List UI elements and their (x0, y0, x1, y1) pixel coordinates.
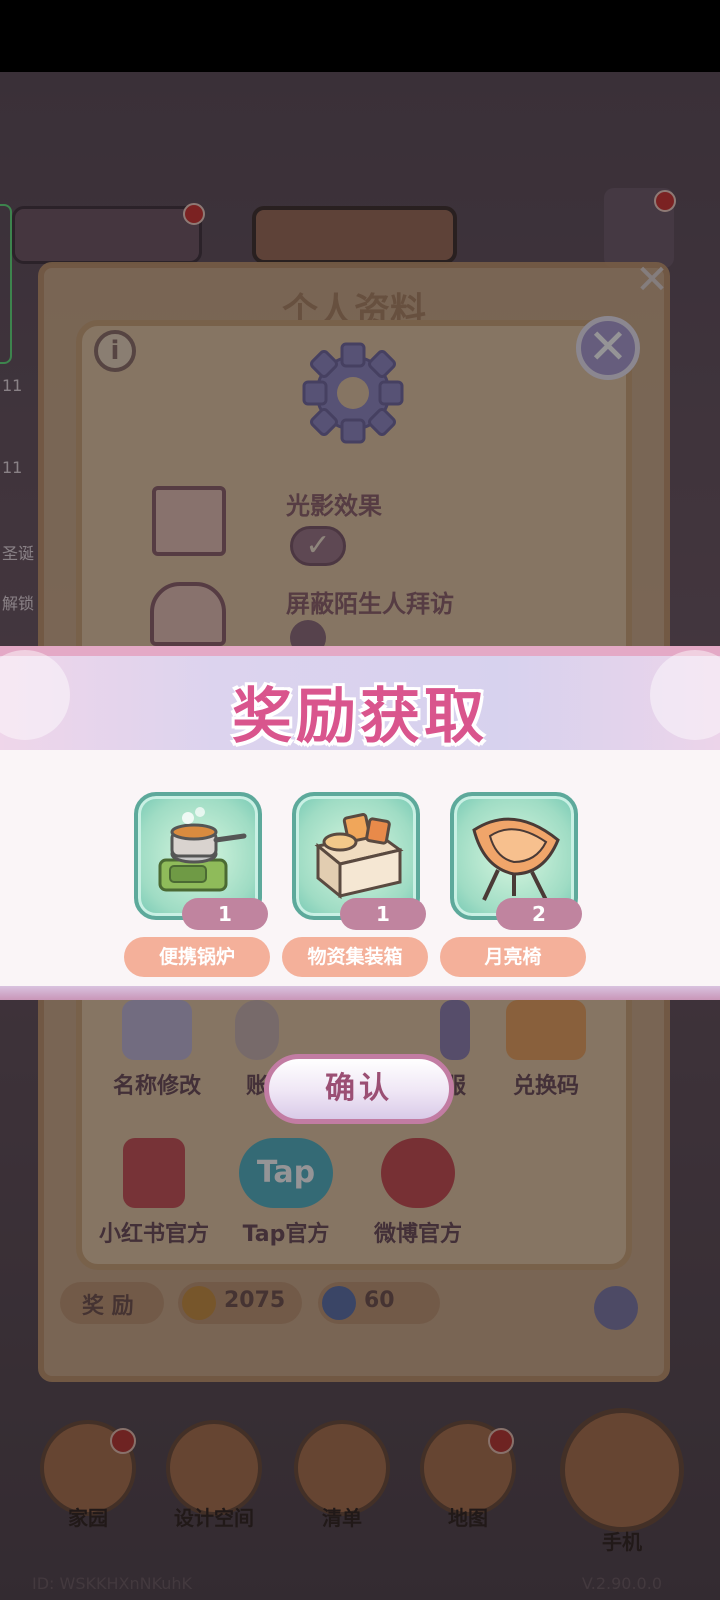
confirm-button[interactable]: 确认 (264, 1054, 454, 1124)
reward-name-label: 物资集装箱 (282, 937, 428, 977)
reward-name-label: 便携锅炉 (124, 937, 270, 977)
reward-quantity-badge: 1 (182, 898, 268, 930)
status-bar (0, 0, 720, 72)
reward-quantity-badge: 2 (496, 898, 582, 930)
reward-title: 奖励获取 (232, 682, 488, 752)
reward-banner-border (0, 986, 720, 1000)
reward-quantity-badge: 1 (340, 898, 426, 930)
reward-name-label: 月亮椅 (440, 937, 586, 977)
